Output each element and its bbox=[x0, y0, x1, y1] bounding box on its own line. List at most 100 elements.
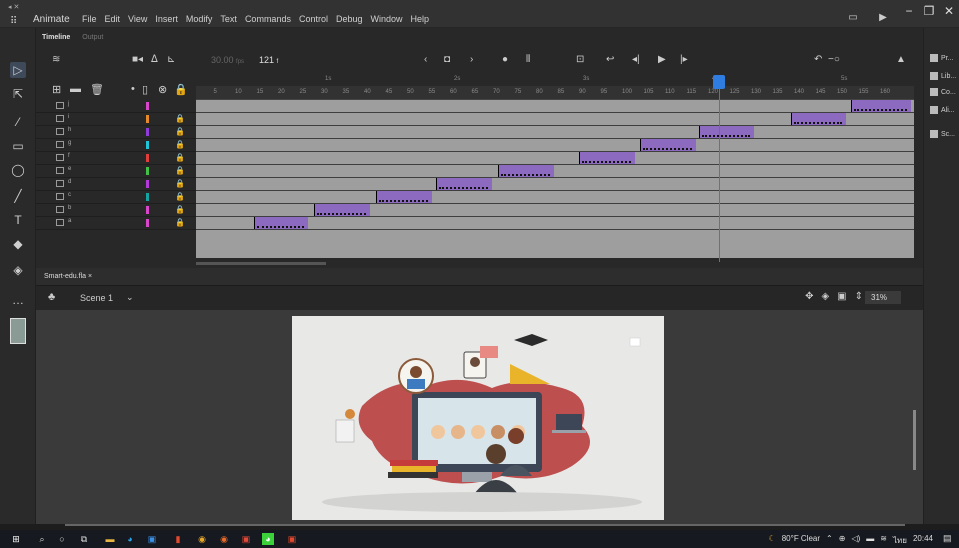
onion-skin-icon[interactable]: ● bbox=[502, 54, 508, 65]
motion-tween-span[interactable] bbox=[254, 217, 308, 229]
zoom-mountain-icon[interactable]: ▲ bbox=[896, 54, 906, 65]
motion-tween-span[interactable] bbox=[314, 204, 370, 216]
motion-tween-span[interactable] bbox=[640, 139, 696, 151]
layer-color-swatch[interactable] bbox=[146, 154, 149, 162]
menu-insert[interactable]: Insert bbox=[155, 14, 178, 24]
speaker-icon[interactable]: ◁) bbox=[851, 534, 860, 547]
layer-row[interactable]: f 🔒 bbox=[36, 152, 196, 165]
layer-color-swatch[interactable] bbox=[146, 219, 149, 227]
tab-timeline[interactable]: Timeline bbox=[42, 34, 70, 41]
lock-icon[interactable]: 🔒 bbox=[175, 166, 185, 175]
stroke-fill-swatch-icon[interactable] bbox=[10, 318, 26, 344]
layer-row[interactable]: g 🔒 bbox=[36, 139, 196, 152]
zoom-slider-icon[interactable]: −○ bbox=[828, 54, 840, 65]
layer-name[interactable]: i bbox=[68, 114, 69, 120]
motion-tween-span[interactable] bbox=[436, 178, 492, 190]
layer-color-swatch[interactable] bbox=[146, 102, 149, 110]
menu-edit[interactable]: Edit bbox=[105, 14, 121, 24]
frame-row[interactable] bbox=[196, 165, 914, 178]
vertical-scrollbar[interactable] bbox=[913, 410, 916, 470]
layer-name[interactable]: j bbox=[68, 101, 69, 107]
weather-text[interactable]: 80°F Clear bbox=[782, 534, 820, 547]
frame-row[interactable] bbox=[196, 217, 914, 230]
insert-keyframe-icon[interactable]: ◘ bbox=[444, 54, 450, 65]
windows-start-icon[interactable]: ⊞ bbox=[10, 533, 22, 545]
frame-ruler[interactable]: 5 10 15 20 25 30 35 40 45 50 55 60 65 70 75 80 85 90 95 100… bbox=[196, 76, 914, 100]
line-app-icon[interactable]: ◕ bbox=[262, 533, 274, 545]
layer-name[interactable]: g bbox=[68, 140, 71, 146]
new-folder-icon[interactable]: ▬ bbox=[70, 83, 81, 95]
layer-row[interactable]: d 🔒 bbox=[36, 178, 196, 191]
motion-tween-span[interactable] bbox=[498, 165, 554, 177]
center-stage-icon[interactable]: ✥ bbox=[805, 291, 813, 302]
layer-color-swatch[interactable] bbox=[146, 180, 149, 188]
outline-icon[interactable]: ▯ bbox=[142, 83, 148, 96]
properties-panel-tab[interactable]: Pr... bbox=[930, 54, 953, 62]
zoom-field[interactable]: 31% bbox=[865, 291, 901, 304]
layer-row[interactable]: c 🔒 bbox=[36, 191, 196, 204]
undo-icon[interactable]: ↶ bbox=[814, 54, 822, 65]
lock-icon[interactable]: 🔒 bbox=[175, 153, 185, 162]
playhead-handle[interactable] bbox=[713, 75, 725, 89]
layer-color-swatch[interactable] bbox=[146, 193, 149, 201]
align-panel-tab[interactable]: Ali... bbox=[930, 106, 955, 114]
camera-icon[interactable]: ■◂ bbox=[132, 54, 143, 65]
document-tab[interactable]: Smart-edu.fla × bbox=[44, 273, 92, 280]
layer-row[interactable]: j bbox=[36, 100, 196, 113]
menu-view[interactable]: View bbox=[128, 14, 147, 24]
language-indicator[interactable]: ไทย bbox=[893, 534, 907, 547]
menu-control[interactable]: Control bbox=[299, 14, 328, 24]
clip-stage-icon[interactable]: ◈ bbox=[821, 291, 829, 302]
layer-name[interactable]: a bbox=[68, 218, 71, 224]
step-back-icon[interactable]: ◂| bbox=[632, 54, 640, 65]
layer-name[interactable]: b bbox=[68, 205, 71, 211]
loop-icon[interactable]: ⊡ bbox=[576, 54, 584, 65]
motion-tween-span[interactable] bbox=[699, 126, 754, 138]
current-frame-value[interactable]: 121 f bbox=[259, 55, 278, 65]
layout-icon[interactable]: ▭ bbox=[846, 12, 860, 26]
motion-tween-span[interactable] bbox=[851, 100, 911, 112]
step-forward-icon[interactable]: |▸ bbox=[680, 54, 688, 65]
office-icon[interactable]: ▮ bbox=[172, 533, 184, 545]
menu-modify[interactable]: Modify bbox=[186, 14, 213, 24]
maximize-button[interactable]: ❐ bbox=[919, 0, 939, 22]
tray-chevron-icon[interactable]: ⌃ bbox=[826, 534, 833, 547]
layer-row[interactable]: a 🔒 bbox=[36, 217, 196, 230]
motion-tween-span[interactable] bbox=[376, 191, 432, 203]
scene-panel-tab[interactable]: Sc... bbox=[930, 130, 955, 138]
subselection-tool-icon[interactable]: ⇱ bbox=[10, 86, 26, 102]
tab-output[interactable]: Output bbox=[82, 34, 103, 41]
lock-icon[interactable]: 🔒 bbox=[175, 127, 185, 136]
lock-icon[interactable]: 🔒 bbox=[175, 192, 185, 201]
layer-row[interactable]: b 🔒 bbox=[36, 204, 196, 217]
play-test-icon[interactable]: ▶ bbox=[876, 12, 890, 26]
file-explorer-icon[interactable]: ▬ bbox=[104, 533, 116, 545]
frame-row[interactable] bbox=[196, 100, 914, 113]
visibility-icon[interactable]: ⊗ bbox=[158, 83, 167, 96]
prev-keyframe-icon[interactable]: ‹ bbox=[424, 54, 427, 65]
horizontal-scrollbar[interactable] bbox=[65, 524, 905, 526]
menu-commands[interactable]: Commands bbox=[245, 14, 291, 24]
line-tool-icon[interactable]: ╱ bbox=[10, 188, 26, 204]
layer-color-swatch[interactable] bbox=[146, 128, 149, 136]
next-keyframe-icon[interactable]: › bbox=[470, 54, 473, 65]
layer-color-swatch[interactable] bbox=[146, 167, 149, 175]
stepper-icon[interactable]: ⇕ bbox=[855, 291, 863, 302]
oval-tool-icon[interactable]: ◯ bbox=[10, 162, 26, 178]
lock-all-icon[interactable]: 🔒 bbox=[174, 83, 188, 96]
menu-debug[interactable]: Debug bbox=[336, 14, 363, 24]
layer-name[interactable]: d bbox=[68, 179, 71, 185]
layer-name[interactable]: h bbox=[68, 127, 71, 133]
layer-options-icon[interactable]: ≋ bbox=[52, 54, 60, 65]
close-tab-icon[interactable]: × bbox=[88, 273, 92, 280]
menu-file[interactable]: File bbox=[82, 14, 97, 24]
layer-color-swatch[interactable] bbox=[146, 141, 149, 149]
new-layer-icon[interactable]: ⊞ bbox=[52, 83, 61, 96]
edit-multiple-icon[interactable]: ⫴ bbox=[526, 54, 530, 65]
frame-row[interactable] bbox=[196, 152, 914, 165]
lock-icon[interactable]: 🔒 bbox=[175, 114, 185, 123]
layer-row[interactable]: i 🔒 bbox=[36, 113, 196, 126]
motion-tween-span[interactable] bbox=[579, 152, 635, 164]
scene-name[interactable]: Scene 1 bbox=[80, 293, 113, 303]
weather-icon[interactable]: ☾ bbox=[769, 534, 776, 547]
